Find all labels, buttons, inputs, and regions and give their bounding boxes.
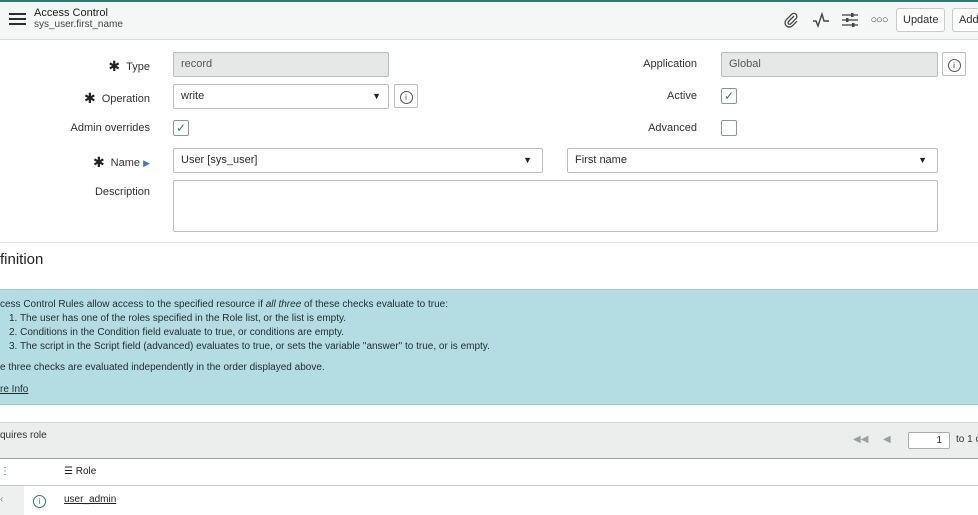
chevron-down-icon: ▼ (523, 155, 532, 165)
chevron-down-icon: ▼ (918, 155, 927, 165)
description-label: Description (94, 186, 150, 198)
chevron-down-icon: ▼ (372, 91, 381, 101)
advanced-checkbox[interactable] (721, 120, 737, 136)
operation-select[interactable]: write ▼ (173, 84, 389, 109)
more-info-link[interactable]: re Info (0, 384, 28, 395)
application-info-button[interactable]: i (942, 52, 966, 76)
section-title: finition (0, 251, 44, 268)
type-label: ✱ Type (108, 58, 150, 74)
form-header (0, 0, 978, 40)
operation-info-button[interactable]: i (394, 84, 418, 108)
definition-item-1: 1. The user has one of the roles specifi… (9, 313, 347, 324)
active-label: Active (667, 90, 697, 102)
admin-overrides-label: Admin overrides (70, 122, 150, 134)
name-table-select[interactable]: User [sys_user] ▼ (173, 148, 543, 173)
type-field: record (173, 52, 389, 77)
row-select-column (0, 486, 24, 515)
application-label: Application (643, 58, 697, 70)
first-page-icon[interactable]: ◀◀ (853, 434, 868, 445)
info-icon: i (947, 59, 961, 72)
form-subtitle: sys_user.first_name (34, 19, 123, 30)
definition-item-2: 2. Conditions in the Condition field eva… (9, 327, 345, 338)
related-list-title: quires role (0, 430, 47, 441)
active-checkbox[interactable]: ✓ (721, 88, 737, 104)
advanced-label: Advanced (648, 122, 697, 134)
related-list-header (0, 422, 978, 458)
column-header-role[interactable]: ☰ Role (64, 466, 96, 477)
name-field-select[interactable]: First name ▼ (567, 148, 938, 173)
admin-overrides-checkbox[interactable]: ✓ (173, 120, 189, 136)
table-row-role-link[interactable]: user_admin (64, 494, 116, 505)
column-menu-icon[interactable]: ☰ (64, 466, 73, 477)
operation-label: ✱ Operation (83, 90, 150, 106)
description-textarea[interactable] (173, 180, 938, 232)
required-marker: ✱ (83, 90, 96, 106)
paperclip-icon[interactable] (782, 12, 800, 28)
table-column-header-row (0, 458, 978, 486)
definition-item-3: 3. The script in the Script field (advan… (9, 341, 490, 352)
select-column-icon[interactable]: ⋮ (0, 466, 10, 477)
required-marker: ✱ (92, 154, 105, 170)
settings-sliders-icon[interactable] (841, 12, 859, 28)
expand-arrow-icon[interactable]: ▶ (143, 158, 150, 168)
update-button[interactable]: Update (896, 8, 946, 32)
definition-intro: cess Control Rules allow access to the s… (0, 299, 449, 310)
definition-note: e three checks are evaluated independent… (0, 362, 325, 373)
form-title: Access Control (34, 7, 108, 19)
row-checkbox-icon[interactable]: ‹ (0, 494, 3, 505)
name-label: ✱ Name ▶ (92, 154, 150, 170)
required-marker: ✱ (108, 58, 121, 74)
page-number-input[interactable]: 1 (908, 432, 950, 449)
page-range-text: to 1 o (956, 434, 978, 445)
activity-icon[interactable] (812, 11, 830, 29)
add-button[interactable]: Add (952, 8, 978, 32)
application-field: Global (721, 52, 938, 77)
info-icon: i (399, 91, 413, 104)
previous-page-icon[interactable]: ◀ (883, 434, 891, 445)
section-divider (0, 242, 978, 243)
hamburger-menu-icon[interactable] (9, 13, 26, 25)
more-icon[interactable]: ○○○ (870, 12, 889, 28)
row-info-icon[interactable]: i (33, 495, 46, 508)
